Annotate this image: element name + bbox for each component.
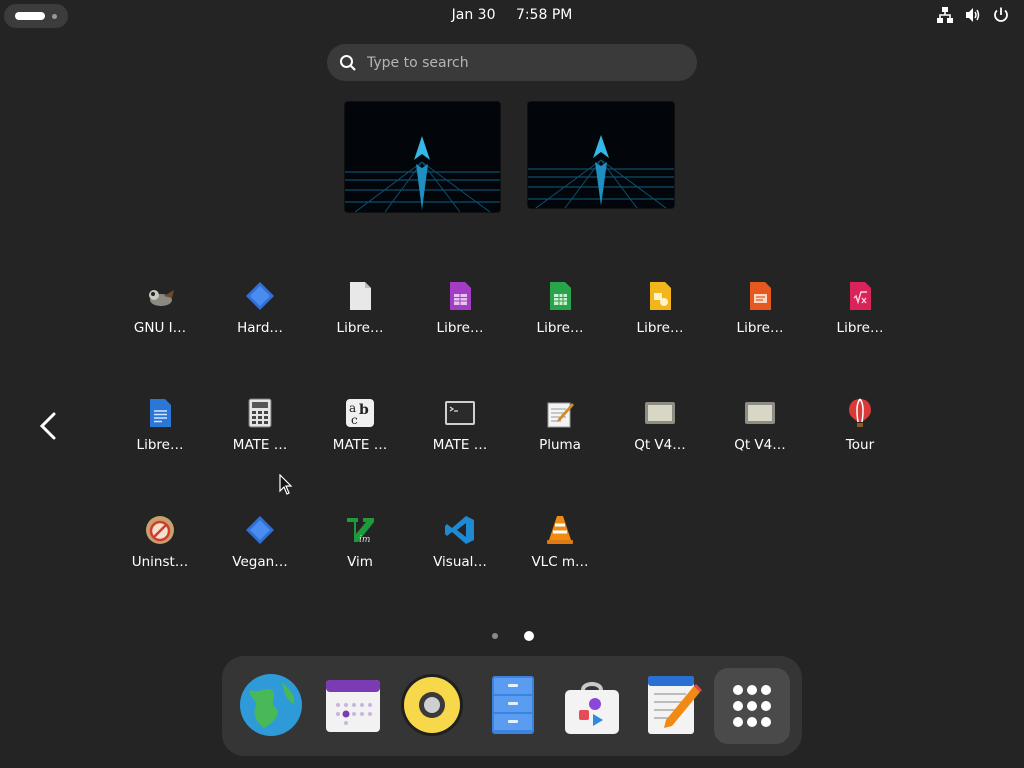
app-pluma[interactable]: Pluma [510, 387, 610, 487]
calculator-icon [248, 398, 272, 428]
power-icon [994, 7, 1008, 22]
app-label: Libre… [436, 320, 484, 336]
app-gimp[interactable]: GNU I… [110, 270, 210, 370]
network-icon [937, 7, 953, 23]
app-label: Tour [845, 437, 875, 453]
app-libreoffice[interactable]: Libre… [310, 270, 410, 370]
app-qt-v4l2-1[interactable]: Qt V4… [610, 387, 710, 487]
character-map-icon: a b c [346, 399, 374, 427]
clock-date: Jan 30 [451, 7, 496, 23]
workspace-thumbnail-2[interactable] [528, 102, 674, 208]
app-mate-character-map[interactable]: a b c MATE … [310, 387, 410, 487]
app-uninstall[interactable]: Uninst… [110, 504, 210, 604]
svg-text:c: c [351, 413, 358, 427]
app-label: GNU I… [133, 320, 187, 336]
app-label: VLC m… [531, 554, 589, 570]
wallpaper-preview [528, 102, 674, 208]
app-libreoffice-draw[interactable]: Libre… [610, 270, 710, 370]
app-label: MATE … [332, 437, 388, 453]
app-libreoffice-calc[interactable]: Libre… [510, 270, 610, 370]
vlc-icon [547, 516, 573, 544]
file-manager-icon[interactable] [480, 672, 546, 738]
wallpaper-preview [345, 102, 500, 212]
app-tour[interactable]: Tour [810, 387, 910, 487]
app-label: Libre… [336, 320, 384, 336]
libreoffice-calc-icon [550, 282, 571, 310]
page-dot-2-active[interactable] [524, 631, 534, 641]
clock-time: 7:58 PM [515, 7, 573, 23]
workspace-thumbnail-1[interactable] [345, 102, 500, 212]
app-qt-v4l2-2[interactable]: Qt V4… [710, 387, 810, 487]
app-label: Libre… [536, 320, 584, 336]
vscode-icon [445, 516, 474, 544]
app-label: Pluma [539, 437, 581, 453]
app-libreoffice-impress[interactable]: Libre… [710, 270, 810, 370]
uninstall-icon [146, 516, 174, 544]
volume-icon [966, 8, 980, 22]
app-hardinfo[interactable]: Hard… [210, 270, 310, 370]
calendar-icon[interactable] [320, 672, 386, 738]
vegan-icon [246, 516, 274, 544]
text-editor-icon [547, 402, 574, 428]
software-store-icon[interactable] [559, 672, 625, 738]
app-label: MATE … [432, 437, 488, 453]
app-vlc[interactable]: VLC m… [510, 504, 610, 604]
top-bar: Jan 30 7:58 PM [0, 0, 1024, 32]
show-apps-icon [733, 685, 771, 727]
dash-dock [222, 656, 802, 756]
vim-icon: im [347, 518, 374, 545]
app-label: Visual… [433, 554, 487, 570]
mouse-cursor-icon [279, 474, 293, 495]
text-editor-icon[interactable] [640, 672, 706, 738]
search-input[interactable] [367, 44, 677, 81]
qt-v4l2-icon [645, 402, 675, 424]
app-label: Vim [347, 554, 373, 570]
svg-text:im: im [359, 535, 370, 545]
libreoffice-impress-icon [750, 282, 771, 310]
app-label: Hard… [237, 320, 283, 336]
clock[interactable]: Jan 30 7:58 PM [0, 7, 1024, 23]
svg-text:b: b [359, 402, 369, 418]
app-label: Vegan… [232, 554, 288, 570]
hardinfo-icon [246, 282, 274, 310]
browser-icon[interactable] [238, 672, 304, 738]
app-mate-terminal[interactable]: MATE … [410, 387, 510, 487]
qt-v4l2-icon [745, 402, 775, 424]
app-label: Qt V4… [634, 437, 686, 453]
page-dot-1[interactable] [492, 633, 498, 639]
music-player-icon[interactable] [399, 672, 465, 738]
show-apps-button[interactable] [714, 668, 790, 744]
app-label: MATE … [232, 437, 288, 453]
system-menu[interactable] [936, 6, 1010, 24]
libreoffice-math-icon [850, 282, 871, 310]
app-visual-studio-code[interactable]: Visual… [410, 504, 510, 604]
app-libreoffice-base[interactable]: Libre… [410, 270, 510, 370]
app-label: Qt V4… [734, 437, 786, 453]
libreoffice-draw-icon [650, 282, 671, 310]
libreoffice-writer-icon [150, 399, 171, 427]
app-mate-calculator[interactable]: MATE … [210, 387, 310, 487]
app-vegan[interactable]: Vegan… [210, 504, 310, 604]
app-libreoffice-math[interactable]: Libre… [810, 270, 910, 370]
search-bar[interactable] [327, 44, 697, 81]
app-label: Libre… [836, 320, 884, 336]
libreoffice-icon [350, 282, 371, 310]
app-label: Uninst… [131, 554, 189, 570]
gimp-icon [149, 290, 174, 306]
chevron-left-icon[interactable] [34, 408, 64, 444]
terminal-icon [445, 401, 475, 425]
app-libreoffice-writer[interactable]: Libre… [110, 387, 210, 487]
search-icon [340, 55, 356, 71]
app-label: Libre… [736, 320, 784, 336]
libreoffice-base-icon [450, 282, 471, 310]
app-label: Libre… [636, 320, 684, 336]
tour-balloon-icon [849, 398, 871, 427]
app-label: Libre… [136, 437, 184, 453]
app-vim[interactable]: im Vim [310, 504, 410, 604]
